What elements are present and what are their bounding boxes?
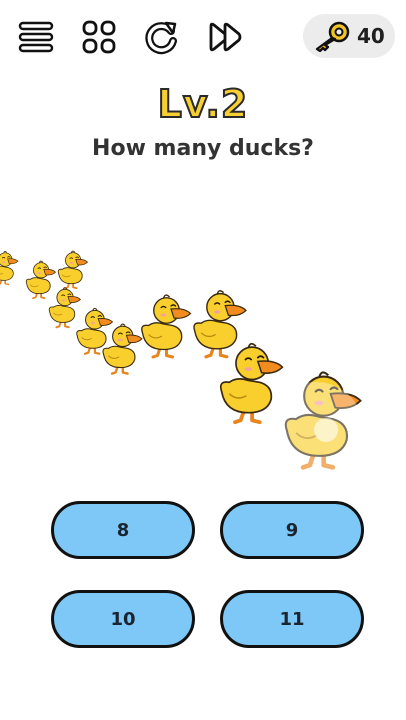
- top-toolbar: 40: [0, 0, 406, 76]
- duck: [25, 260, 57, 300]
- tap-indicator: [314, 418, 338, 442]
- menu-icon: [18, 21, 54, 53]
- answer-button-2[interactable]: 9: [220, 501, 364, 559]
- duck: [101, 322, 144, 375]
- answer-label: 8: [116, 519, 130, 541]
- grid-icon: [82, 20, 116, 54]
- keys-count: 40: [357, 24, 385, 48]
- duck: [192, 289, 248, 359]
- restart-button[interactable]: [143, 18, 181, 56]
- duck: [48, 286, 82, 329]
- question-text: How many ducks?: [92, 136, 314, 161]
- answer-button-3[interactable]: 10: [51, 590, 195, 648]
- duck: [140, 293, 192, 359]
- answer-label: 11: [279, 608, 305, 630]
- duck: [57, 250, 89, 290]
- levels-grid-button[interactable]: [80, 18, 118, 56]
- answer-label: 10: [110, 608, 136, 630]
- restart-icon: [145, 21, 177, 55]
- duck: [75, 307, 114, 355]
- skip-level-button[interactable]: [207, 18, 245, 56]
- duck-scene: [0, 250, 364, 478]
- duck: [0, 250, 19, 286]
- answer-button-4[interactable]: 11: [220, 590, 364, 648]
- menu-button[interactable]: [17, 18, 55, 56]
- fast-forward-icon: [209, 22, 242, 52]
- keys-counter[interactable]: 40: [303, 14, 395, 58]
- key-icon: [315, 21, 350, 52]
- level-label: Lv.2: [157, 81, 249, 127]
- answer-button-1[interactable]: 8: [51, 501, 195, 559]
- answer-label: 9: [285, 519, 299, 541]
